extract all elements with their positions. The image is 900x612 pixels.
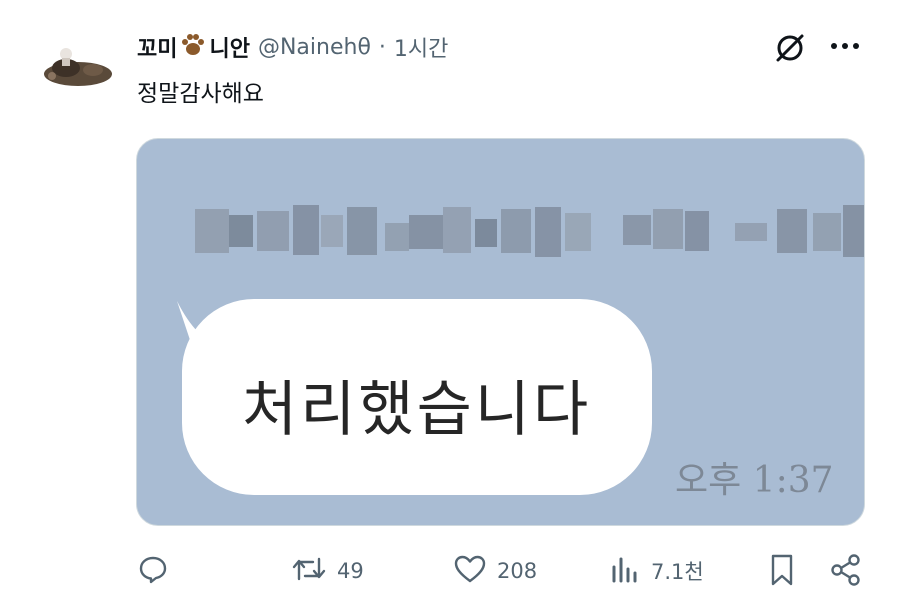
user-handle[interactable]: @Nainehθ (258, 35, 371, 60)
bookmark-icon (767, 553, 797, 591)
message-timestamp: 오후 1:37 (675, 460, 834, 501)
action-bar: 49 208 7.1천 (137, 553, 867, 593)
bar-chart-icon (609, 553, 641, 589)
paw-emoji-icon (179, 31, 207, 63)
reply-icon (137, 553, 169, 589)
post-time[interactable]: 1시간 (394, 31, 448, 63)
separator-dot: · (378, 34, 386, 60)
retweet-button[interactable]: 49 (291, 553, 364, 589)
slashed-circle-icon[interactable] (772, 30, 808, 70)
reply-button[interactable] (137, 553, 179, 589)
display-name[interactable]: 꼬미 (137, 31, 177, 63)
like-count: 208 (497, 559, 538, 583)
tweet-image[interactable]: 처리했습니다 오후 1:37 (136, 138, 865, 526)
blurred-text (195, 205, 864, 257)
heart-icon (453, 553, 487, 589)
tweet-text: 정말감사해요 (137, 81, 264, 107)
like-button[interactable]: 208 (453, 553, 537, 589)
tweet-header: 꼬미 니안 @Nainehθ · 1시간 (137, 30, 448, 64)
views-count: 7.1천 (651, 560, 704, 584)
display-name-suffix[interactable]: 니안 (209, 31, 249, 63)
bookmark-button[interactable] (767, 553, 797, 591)
more-icon[interactable] (828, 36, 862, 60)
share-icon (829, 553, 863, 591)
retweet-icon (291, 553, 327, 589)
retweet-count: 49 (337, 559, 364, 583)
views-button[interactable]: 7.1천 (609, 553, 704, 589)
avatar[interactable] (38, 38, 118, 102)
share-button[interactable] (829, 553, 863, 591)
bubble-text: 처리했습니다 (242, 375, 592, 445)
bubble-tail (177, 301, 222, 361)
